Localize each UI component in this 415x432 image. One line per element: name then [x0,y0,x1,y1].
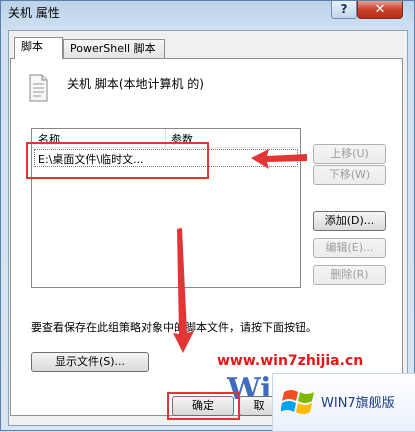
badge-title: WIN7旗舰版 [321,396,395,411]
watermark-url: www.win7zhijia.cn [217,353,364,369]
edit-button[interactable]: 编辑(E)... [313,238,386,258]
windows-flag-icon [281,390,314,414]
move-up-button[interactable]: 上移(U) [313,144,386,164]
column-separator[interactable] [165,129,166,147]
ok-button[interactable]: 确定 [172,396,234,416]
list-header: 名称 参数 [32,129,300,148]
add-button[interactable]: 添加(D)... [313,211,386,231]
list-item[interactable]: E:\桌面文件\临时文... [34,149,298,167]
show-files-hint: 要查看保存在此组策略对象中的脚本文件，请按下面按钮。 [31,321,317,334]
site-badge: WIN7旗舰版 [272,373,415,432]
scripts-list[interactable]: 名称 参数 E:\桌面文件\临时文... [31,128,301,288]
tab-scripts[interactable]: 脚本 [14,37,63,59]
properties-dialog: 关机 属性 ? ✕ 脚本 PowerShell 脚本 关机 脚本(本地计算机 的… [0,0,415,432]
move-down-button[interactable]: 下移(W) [313,165,386,185]
column-name-header[interactable]: 名称 [38,131,60,147]
close-button[interactable]: ✕ [357,1,403,19]
remove-button[interactable]: 删除(R) [313,265,386,285]
tab-powershell-label: PowerShell 脚本 [70,42,156,55]
tab-powershell-scripts[interactable]: PowerShell 脚本 [63,39,165,59]
window-title: 关机 属性 [8,6,60,20]
tab-scripts-label: 脚本 [21,40,43,53]
show-files-button[interactable]: 显示文件(S)... [31,352,149,372]
script-file-icon [29,74,48,102]
scripts-header: 关机 脚本(本地计算机 的) [67,77,204,91]
title-bar[interactable]: 关机 属性 ? ✕ [1,1,414,23]
column-params-header[interactable]: 参数 [171,131,193,147]
help-button[interactable]: ? [331,1,357,19]
script-name: E:\桌面文件\临时文... [38,153,144,166]
